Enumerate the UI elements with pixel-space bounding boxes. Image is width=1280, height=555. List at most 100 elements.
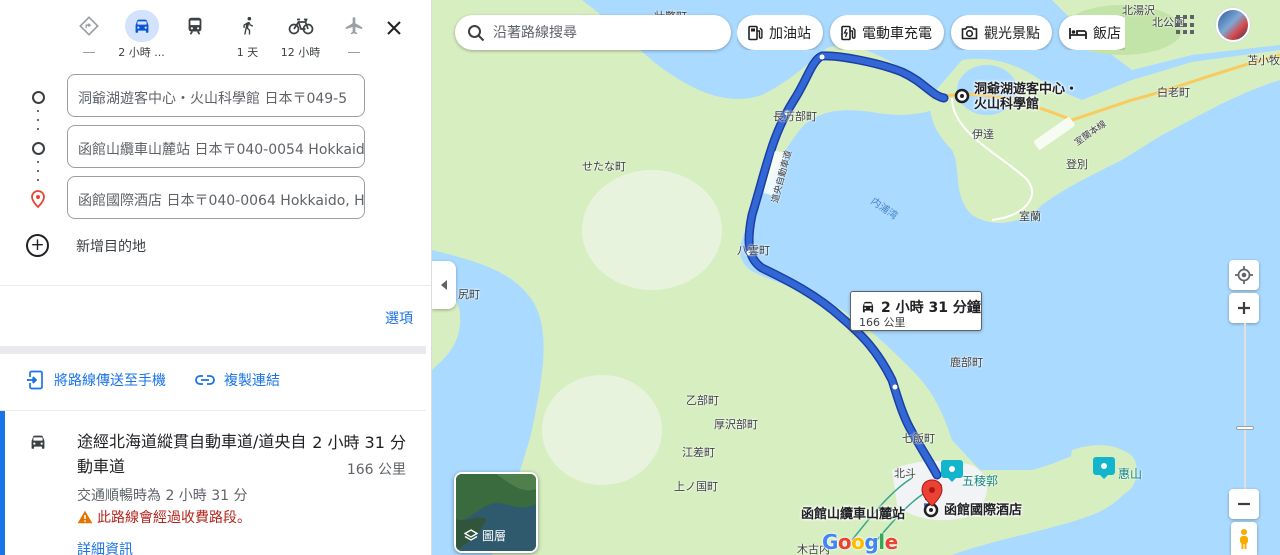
chip-label: 觀光景點 xyxy=(984,25,1040,42)
google-logo-letter: o xyxy=(837,530,852,554)
warning-icon xyxy=(77,510,93,524)
route-duration-bubble[interactable]: 2 小時 31 分鐘 166 公里 xyxy=(850,291,982,331)
route-node xyxy=(892,384,898,390)
zoom-slider-thumb[interactable] xyxy=(1236,426,1254,430)
town-label: 長万部町 xyxy=(773,110,817,123)
mode-best[interactable] xyxy=(62,8,115,62)
train-icon xyxy=(178,10,212,42)
mode-driving-label: 2 小時 ... xyxy=(118,46,165,59)
origin-circle-icon xyxy=(30,88,46,106)
town-label: 七飯町 xyxy=(902,432,935,445)
layers-toggle[interactable]: 圖層 xyxy=(454,472,538,553)
directions-panel: 2 小時 ... 1 天 12 小時 洞爺湖遊客中心・火山科學館 日本〒049-… xyxy=(0,0,432,555)
options-link[interactable]: 選項 xyxy=(385,308,413,328)
copy-link-label: 複製連結 xyxy=(224,373,280,389)
mode-transit[interactable] xyxy=(168,8,221,62)
camera-icon xyxy=(961,26,978,40)
travel-mode-bar: 2 小時 ... 1 天 12 小時 xyxy=(62,8,380,62)
route-duration: 2 小時 31 分 xyxy=(312,433,406,452)
town-label: 北斗 xyxy=(894,467,916,480)
hotel-place-label[interactable]: 函館國際酒店 xyxy=(944,503,1022,518)
route-option-card[interactable]: 途經北海道縱貫自動車道/道央自動車道 2 小時 31 分 166 公里 交通順暢… xyxy=(0,411,426,555)
traffic-note: 交通順暢時為 2 小時 31 分 xyxy=(77,488,248,504)
google-logo: Google xyxy=(822,530,898,554)
send-to-phone-label: 將路線傳送至手機 xyxy=(54,373,166,389)
route-search-bar[interactable] xyxy=(455,15,731,50)
cable-car-place-label[interactable]: 函館山纜車山麓站 xyxy=(801,507,905,522)
chip-gas-station[interactable]: 加油站 xyxy=(737,15,823,50)
origin-marker-dot xyxy=(960,94,964,98)
route-actions: 將路線傳送至手機 複製連結 xyxy=(26,370,308,390)
waypoint-circle-icon xyxy=(30,139,46,157)
chip-hotels[interactable]: 飯店 xyxy=(1059,15,1125,50)
gas-pump-icon xyxy=(748,25,763,40)
copy-link-button[interactable]: 複製連結 xyxy=(194,370,280,390)
mode-walking[interactable]: 1 天 xyxy=(221,8,274,62)
close-icon xyxy=(387,21,401,35)
google-apps-button[interactable] xyxy=(1176,15,1196,35)
google-logo-letter: G xyxy=(822,530,838,554)
walking-icon xyxy=(231,10,265,42)
send-to-phone-button[interactable]: 將路線傳送至手機 xyxy=(26,370,166,390)
toll-warning: 此路線會經過收費路段。 xyxy=(77,507,251,527)
route-search-input[interactable] xyxy=(493,24,713,41)
mode-walking-label: 1 天 xyxy=(236,46,259,59)
waypoint-red-pin-dot xyxy=(929,487,935,493)
toll-warning-text: 此路線會經過收費路段。 xyxy=(97,510,251,526)
bicycle-icon xyxy=(284,10,318,42)
crosshair-icon xyxy=(1235,266,1253,284)
origin-input[interactable]: 洞爺湖遊客中心・火山科學館 日本〒049-5 xyxy=(67,74,365,117)
close-directions-button[interactable] xyxy=(380,14,408,42)
eshan-label[interactable]: 惠山 xyxy=(1118,465,1142,482)
terrain-highlight xyxy=(582,170,722,290)
divider xyxy=(0,285,431,286)
origin-place-label[interactable]: 洞爺湖遊客中心・ 火山科學館 xyxy=(974,82,1078,112)
camera-poi-lens xyxy=(949,466,955,472)
terrain-highlight xyxy=(542,375,662,485)
origin-input-value: 洞爺湖遊客中心・火山科學館 日本〒049-5 xyxy=(78,91,348,107)
zoom-in-button[interactable] xyxy=(1229,293,1259,323)
street-view-pegman[interactable] xyxy=(1231,522,1257,555)
zoom-out-button[interactable] xyxy=(1229,489,1259,519)
diamond-directions-icon xyxy=(72,10,106,42)
goryokaku-label[interactable]: 五稜郭 xyxy=(962,472,998,489)
chevron-left-icon xyxy=(441,280,447,290)
bubble-distance: 166 公里 xyxy=(859,316,906,329)
minus-icon xyxy=(1238,502,1250,506)
mode-cycling[interactable]: 12 小時 xyxy=(274,8,327,62)
collapse-panel-button[interactable] xyxy=(432,261,456,309)
destination-end-dot xyxy=(929,508,933,512)
details-link[interactable]: 詳細資訊 xyxy=(77,539,133,555)
town-label: 厚沢部町 xyxy=(714,418,758,431)
my-location-button[interactable] xyxy=(1229,260,1259,290)
zoom-slider-track[interactable] xyxy=(1244,323,1246,489)
waypoint-input[interactable]: 函館山纜車山麓站 日本〒040-0054 Hokkaido xyxy=(67,125,365,168)
mode-driving[interactable]: 2 小時 ... xyxy=(115,8,168,62)
pegman-icon xyxy=(1240,528,1248,549)
chip-attractions[interactable]: 觀光景點 xyxy=(951,15,1052,50)
destination-input-value: 函館國際酒店 日本〒040-0064 Hokkaido, H xyxy=(78,193,364,209)
add-destination-button[interactable]: + 新增目的地 xyxy=(26,234,146,257)
plus-icon xyxy=(1238,302,1250,314)
section-separator xyxy=(0,346,426,354)
car-icon xyxy=(862,301,874,313)
town-label: 登別 xyxy=(1066,158,1088,171)
airplane-icon xyxy=(337,10,371,42)
town-label: 尻町 xyxy=(458,288,480,301)
mode-flights[interactable] xyxy=(327,8,380,62)
town-label: せたな町 xyxy=(582,160,626,173)
route-node xyxy=(819,54,825,60)
layers-label: 圖層 xyxy=(482,529,507,543)
account-avatar[interactable] xyxy=(1216,8,1250,42)
town-label: 上ノ国町 xyxy=(674,480,718,493)
google-logo-letter: g xyxy=(864,530,879,554)
town-label: 北湯沢 xyxy=(1122,4,1155,17)
map-canvas[interactable]: 壮瞥町 北湯沢 北公園 苫小牧 白老町 長万部町 伊達 せたな町 登別 室蘭 八… xyxy=(432,0,1280,555)
search-icon xyxy=(468,24,485,41)
selected-route-indicator xyxy=(0,411,5,555)
chip-ev-charging[interactable]: 電動車充電 xyxy=(830,15,944,50)
google-logo-letter: e xyxy=(884,530,899,554)
destination-input[interactable]: 函館國際酒店 日本〒040-0064 Hokkaido, H xyxy=(67,176,365,219)
category-chips: 加油站 電動車充電 觀光景點 飯店 xyxy=(737,15,1125,50)
layers-label-row: 圖層 xyxy=(464,527,506,544)
